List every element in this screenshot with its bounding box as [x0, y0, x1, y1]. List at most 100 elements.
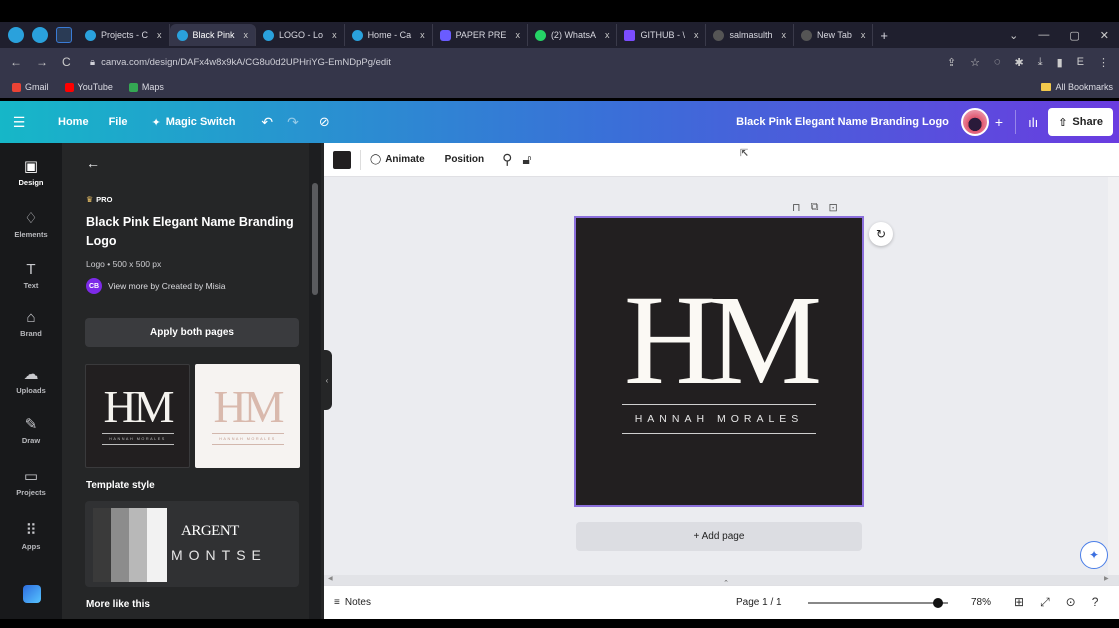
- close-tab-icon[interactable]: x: [244, 30, 249, 40]
- share-page-icon[interactable]: ⇪: [947, 56, 956, 69]
- share-button[interactable]: ⇧ Share: [1048, 108, 1113, 136]
- close-tab-icon[interactable]: x: [605, 30, 610, 40]
- pinned-tab-icon[interactable]: [56, 27, 72, 43]
- page-thumbnail-dark[interactable]: HM HANNAH MORALES: [85, 364, 190, 468]
- bookmark-item[interactable]: YouTube: [64, 82, 113, 92]
- zoom-slider-track[interactable]: [808, 602, 948, 604]
- puzzle-icon[interactable]: ✱: [1015, 56, 1024, 69]
- redo-icon[interactable]: ↷: [287, 114, 299, 131]
- forward-arrow-icon[interactable]: →: [36, 55, 48, 69]
- extension-icon[interactable]: ◌: [994, 56, 1001, 69]
- pinned-tab-icon[interactable]: [8, 27, 24, 43]
- position-button[interactable]: Position: [445, 154, 484, 165]
- rail-item-design[interactable]: ▣ Design: [0, 157, 62, 187]
- rail-item-elements[interactable]: ♢ Elements: [0, 209, 62, 239]
- app-icon[interactable]: [23, 585, 41, 603]
- logo-rule-top[interactable]: [622, 404, 816, 405]
- new-tab-button[interactable]: +: [873, 24, 895, 46]
- page-thumbnail-light[interactable]: HM HANNAH MORALES: [195, 364, 300, 468]
- zoom-percent[interactable]: 78%: [971, 597, 991, 608]
- close-tab-icon[interactable]: x: [157, 30, 162, 40]
- sidepanel-icon[interactable]: ▮: [1057, 56, 1063, 69]
- invite-plus-icon[interactable]: +: [995, 114, 1003, 130]
- rail-item-draw[interactable]: ✎ Draw: [0, 415, 62, 445]
- author-link[interactable]: CB View more by Created by Misia: [86, 278, 225, 294]
- collapse-panel-handle[interactable]: ‹: [322, 350, 332, 410]
- back-arrow-icon[interactable]: ←: [10, 55, 22, 69]
- reload-icon[interactable]: C: [62, 55, 71, 69]
- cloud-saved-icon[interactable]: ⊘: [319, 114, 330, 130]
- animate-button[interactable]: ◯ Animate: [370, 154, 425, 165]
- fullscreen-icon[interactable]: ⤢: [1040, 595, 1050, 610]
- insights-chart-icon[interactable]: ılı: [1028, 115, 1038, 130]
- browser-tab[interactable]: GITHUB - \ x: [617, 24, 707, 46]
- url-field[interactable]: 🔒︎ canva.com/design/DAFx4w8x9kA/CG8u0d2U…: [90, 57, 391, 68]
- close-tab-icon[interactable]: x: [332, 30, 337, 40]
- scroll-right-icon[interactable]: ▶: [1104, 575, 1109, 582]
- browser-tab[interactable]: PAPER PRE x: [433, 24, 528, 46]
- template-style-card[interactable]: ARGENT MONTSE: [85, 501, 299, 587]
- browser-tab[interactable]: Projects - C x: [78, 24, 170, 46]
- scroll-left-icon[interactable]: ◀: [328, 575, 333, 582]
- file-menu[interactable]: File: [109, 116, 128, 128]
- rail-item-text[interactable]: T Text: [0, 261, 62, 290]
- lock-icon[interactable]: 🔓︎: [522, 151, 531, 168]
- background-color-swatch[interactable]: [333, 150, 351, 169]
- profile-icon[interactable]: E: [1077, 56, 1084, 69]
- restore-icon[interactable]: ▢: [1069, 29, 1079, 42]
- browser-tab[interactable]: (2) WhatsA x: [528, 24, 618, 46]
- bookmark-item[interactable]: Gmail: [12, 82, 49, 92]
- bookmark-star-icon[interactable]: ☆: [970, 56, 980, 69]
- all-bookmarks[interactable]: All Bookmarks: [1041, 82, 1119, 92]
- add-page-icon[interactable]: ⊡: [828, 201, 837, 214]
- rail-item-uploads[interactable]: ☁ Uploads: [0, 365, 62, 395]
- add-page-button[interactable]: + Add page: [576, 522, 862, 551]
- magic-assistant-icon[interactable]: ✦: [1080, 541, 1108, 569]
- browser-tab[interactable]: Home - Ca x: [345, 24, 433, 46]
- bookmark-item[interactable]: Maps: [128, 82, 164, 92]
- browser-tab[interactable]: Black Pink x: [169, 24, 257, 46]
- close-tab-icon[interactable]: x: [420, 30, 425, 40]
- page-indicator[interactable]: Page 1 / 1: [736, 597, 782, 608]
- pinned-tab-icon[interactable]: [32, 27, 48, 43]
- browser-tab[interactable]: salmasulth x: [706, 24, 794, 46]
- duplicate-page-icon[interactable]: ⧉: [811, 201, 819, 214]
- rail-item-apps[interactable]: ⠿ Apps: [0, 521, 62, 551]
- design-page[interactable]: HM HANNAH MORALES: [574, 216, 864, 507]
- notes-button[interactable]: ≡ Notes: [334, 597, 371, 608]
- home-link[interactable]: Home: [58, 116, 89, 128]
- logo-name[interactable]: HANNAH MORALES: [576, 413, 862, 425]
- apply-both-pages-button[interactable]: Apply both pages: [85, 318, 299, 347]
- close-tab-icon[interactable]: x: [781, 30, 786, 40]
- rail-item-brand[interactable]: ⌂ Brand: [0, 309, 62, 338]
- browser-tab[interactable]: New Tab x: [794, 24, 874, 46]
- refresh-icon[interactable]: ↻: [869, 222, 893, 246]
- kebab-menu-icon[interactable]: ⋮: [1098, 56, 1109, 69]
- panel-scrollbar[interactable]: [312, 183, 318, 295]
- logo-monogram[interactable]: HM: [576, 276, 862, 404]
- close-tab-icon[interactable]: x: [515, 30, 520, 40]
- chevron-down-icon[interactable]: ⌄: [1009, 29, 1018, 42]
- lock-page-icon[interactable]: ⊓: [792, 201, 801, 214]
- download-icon[interactable]: ⤓: [1038, 56, 1043, 69]
- close-tab-icon[interactable]: x: [694, 30, 699, 40]
- close-tab-icon[interactable]: x: [861, 30, 866, 40]
- magic-switch-button[interactable]: ✦ Magic Switch: [152, 116, 236, 129]
- projects-icon: ▭: [23, 468, 39, 485]
- logo-rule-bottom[interactable]: [622, 433, 816, 434]
- paint-roller-icon[interactable]: ⚲: [502, 151, 512, 168]
- design-title[interactable]: Black Pink Elegant Name Branding Logo: [736, 116, 949, 128]
- close-window-icon[interactable]: ✕: [1100, 29, 1109, 42]
- rail-item-projects[interactable]: ▭ Projects: [0, 467, 62, 497]
- user-avatar[interactable]: [960, 108, 989, 136]
- check-circle-icon[interactable]: ⊙: [1066, 595, 1076, 610]
- minimize-icon[interactable]: —: [1038, 29, 1049, 42]
- vertical-scrollbar[interactable]: [1108, 177, 1119, 579]
- grid-view-icon[interactable]: ⊞: [1014, 595, 1024, 610]
- undo-icon[interactable]: ↶: [261, 114, 273, 131]
- browser-tab[interactable]: LOGO - Lo x: [256, 24, 345, 46]
- back-arrow-icon[interactable]: ←: [86, 155, 100, 171]
- hamburger-menu-icon[interactable]: ☰: [0, 114, 38, 131]
- help-icon[interactable]: ?: [1092, 595, 1099, 610]
- zoom-slider-handle[interactable]: [933, 598, 943, 608]
